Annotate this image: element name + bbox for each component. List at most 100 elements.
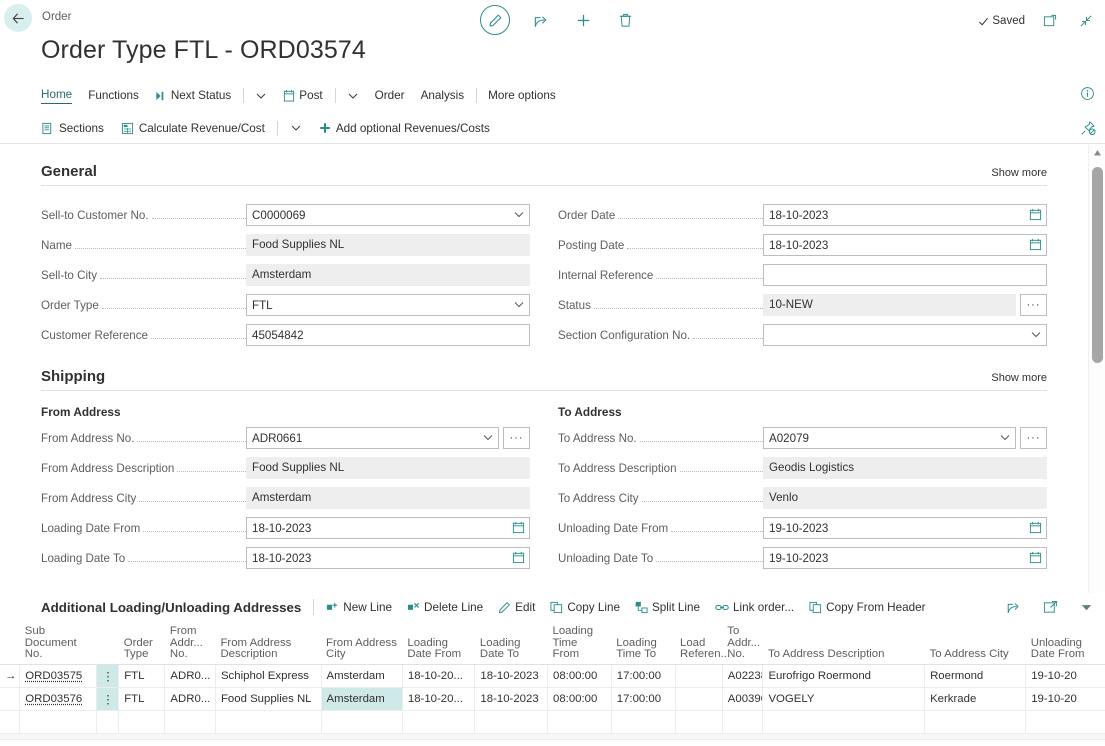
column-header-to-address-no[interactable]: To Addr... No. <box>722 620 763 665</box>
loading-date-from-input[interactable] <box>246 517 530 539</box>
cell-sub-document-no[interactable]: ORD03576 <box>19 687 98 711</box>
customer-reference-input[interactable] <box>246 324 530 346</box>
to-address-lookup-button[interactable]: ··· <box>1020 427 1047 449</box>
cell-unloading-date-from[interactable]: 19-10-20 <box>1025 687 1105 711</box>
ribbon-item-next-status[interactable]: Next Status <box>155 89 231 102</box>
sections-button[interactable]: Sections <box>41 122 104 135</box>
column-header-loading-time-to[interactable]: Loading Time To <box>611 620 676 665</box>
row-menu-button[interactable]: ⋮ <box>96 687 120 711</box>
shipping-show-more[interactable]: Show more <box>991 372 1047 385</box>
copy-from-header-button[interactable]: Copy From Header <box>809 601 926 614</box>
status-lookup-button[interactable]: ··· <box>1020 294 1047 316</box>
cell-load-reference[interactable] <box>675 710 723 734</box>
ribbon-item-functions[interactable]: Functions <box>88 89 139 102</box>
cell-load-reference[interactable] <box>675 687 723 711</box>
column-header-order-type[interactable]: Order Type <box>118 620 165 665</box>
cell-loading-date-from[interactable]: 18-10-20... <box>402 664 476 688</box>
cell-from-address-city[interactable]: Amsterdam <box>321 664 403 688</box>
cell-from-address-description[interactable]: Food Supplies NL <box>215 687 322 711</box>
edit-button[interactable] <box>480 5 510 35</box>
column-header-to-address-city[interactable]: To Address City <box>924 620 1026 665</box>
scroll-up-arrow-icon[interactable] <box>1093 149 1102 157</box>
cell-from-address-city[interactable]: Amsterdam <box>321 687 403 711</box>
collapse-button[interactable] <box>1075 10 1097 32</box>
cell-load-reference[interactable] <box>675 664 723 688</box>
back-button[interactable] <box>4 4 32 32</box>
from-address-lookup-button[interactable]: ··· <box>503 427 530 449</box>
cell-loading-date-from[interactable] <box>402 710 476 734</box>
cell-loading-time-to[interactable]: 17:00:00 <box>611 664 676 688</box>
section-configuration-no-input[interactable] <box>763 324 1047 346</box>
open-in-new-window-button[interactable] <box>1039 10 1061 32</box>
calculate-dropdown[interactable] <box>290 122 302 134</box>
edit-line-button[interactable]: Edit <box>498 601 535 614</box>
cell-loading-time-from[interactable] <box>547 710 612 734</box>
cell-sub-document-no[interactable] <box>19 710 98 734</box>
cell-loading-time-to[interactable]: 17:00:00 <box>611 687 676 711</box>
form-scrollbar[interactable] <box>1088 145 1105 593</box>
unloading-date-from-input[interactable] <box>763 517 1047 539</box>
link-order-button[interactable]: Link order... <box>715 601 794 614</box>
share-lines-button[interactable] <box>1003 596 1025 618</box>
cell-order-type[interactable]: FTL <box>118 664 166 688</box>
cell-from-address-no[interactable]: ADR0... <box>164 687 216 711</box>
row-menu-button[interactable] <box>96 710 120 734</box>
row-menu-button[interactable]: ⋮ <box>96 664 120 688</box>
ribbon-item-home[interactable]: Home <box>41 88 73 104</box>
sell-to-customer-no-input[interactable] <box>246 204 530 226</box>
cell-loading-date-to[interactable]: 18-10-2023 <box>474 664 548 688</box>
delete-line-button[interactable]: Delete Line <box>407 601 483 614</box>
lines-expand-button[interactable] <box>1075 596 1097 618</box>
cell-to-address-no[interactable]: A00390 <box>722 687 764 711</box>
open-in-excel-button[interactable] <box>1039 596 1061 618</box>
column-header-load-reference[interactable]: Load Referen... <box>675 620 730 665</box>
loading-date-to-input[interactable] <box>246 547 530 569</box>
table-row[interactable]: → ORD03575 ⋮ FTL ADR0... Schiphol Expres… <box>0 664 1105 688</box>
column-header-sub-document-no[interactable]: Sub Document No. <box>19 620 97 665</box>
column-header-from-address-description[interactable]: From Address Description <box>215 620 321 665</box>
post-dropdown[interactable] <box>347 90 359 102</box>
new-button[interactable] <box>572 9 594 31</box>
cell-to-address-city[interactable] <box>924 710 1027 734</box>
cell-loading-date-to[interactable] <box>474 710 548 734</box>
table-row[interactable]: ORD03576 ⋮ FTL ADR0... Food Supplies NL … <box>0 687 1105 711</box>
column-header-from-address-city[interactable]: From Address City <box>321 620 403 665</box>
cell-to-address-city[interactable]: Roermond <box>924 664 1027 688</box>
share-button[interactable] <box>530 9 552 31</box>
table-row[interactable] <box>0 710 1105 734</box>
general-show-more[interactable]: Show more <box>991 167 1047 180</box>
next-status-dropdown[interactable] <box>255 90 267 102</box>
cell-from-address-no[interactable] <box>164 710 216 734</box>
cell-from-address-description[interactable] <box>215 710 322 734</box>
cell-loading-date-from[interactable]: 18-10-20... <box>402 687 476 711</box>
cell-to-address-city[interactable]: Kerkrade <box>924 687 1027 711</box>
column-header-from-address-no[interactable]: From Addr... No. <box>164 620 216 665</box>
cell-order-type[interactable] <box>118 710 166 734</box>
from-address-no-input[interactable] <box>246 427 499 449</box>
posting-date-input[interactable] <box>763 234 1047 256</box>
info-button[interactable] <box>1080 86 1095 106</box>
order-date-input[interactable] <box>763 204 1047 226</box>
scrollbar-thumb[interactable] <box>1092 167 1103 363</box>
cell-to-address-no[interactable]: A02238 <box>722 664 764 688</box>
cell-unloading-date-from[interactable] <box>1025 710 1105 734</box>
cell-to-address-description[interactable] <box>762 710 926 734</box>
column-header-to-address-description[interactable]: To Address Description <box>762 620 925 665</box>
ribbon-item-post[interactable]: Post <box>283 89 323 102</box>
internal-reference-input[interactable] <box>763 264 1047 286</box>
breadcrumb[interactable]: Order <box>42 11 71 23</box>
unloading-date-to-input[interactable] <box>763 547 1047 569</box>
cell-from-address-description[interactable]: Schiphol Express <box>215 664 322 688</box>
order-type-input[interactable] <box>246 294 530 316</box>
cell-to-address-description[interactable]: Eurofrigo Roermond <box>762 664 926 688</box>
cell-to-address-no[interactable] <box>722 710 764 734</box>
cell-loading-time-from[interactable]: 08:00:00 <box>547 664 612 688</box>
cell-sub-document-no[interactable]: ORD03575 <box>19 664 98 688</box>
column-header-loading-date-from[interactable]: Loading Date From <box>402 620 475 665</box>
add-optional-revenues-costs-button[interactable]: Add optional Revenues/Costs <box>319 122 490 135</box>
column-header-unloading-date-from[interactable]: Unloading Date From <box>1025 620 1105 665</box>
delete-button[interactable] <box>614 9 636 31</box>
split-line-button[interactable]: Split Line <box>635 601 700 614</box>
ribbon-item-analysis[interactable]: Analysis <box>421 89 465 102</box>
cell-from-address-no[interactable]: ADR0... <box>164 664 216 688</box>
